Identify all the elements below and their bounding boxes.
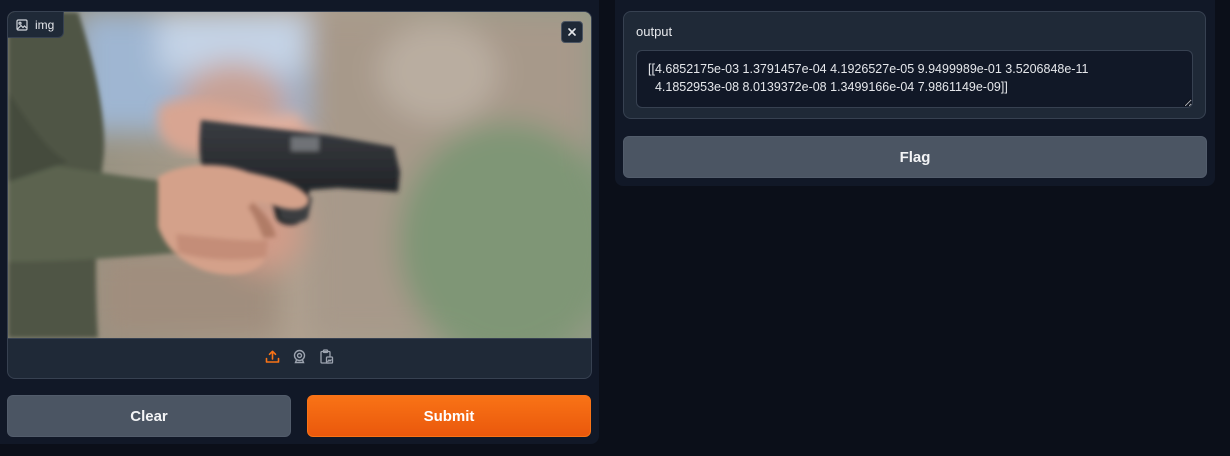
input-panel: img Clear Submit [0, 0, 599, 444]
output-panel: output [[4.6852175e-03 1.3791457e-04 4.1… [615, 0, 1215, 186]
clear-button[interactable]: Clear [7, 395, 291, 437]
submit-button[interactable]: Submit [307, 395, 591, 437]
webcam-icon [292, 349, 307, 369]
image-source-toolbar [8, 338, 591, 378]
webcam-button[interactable] [292, 349, 308, 369]
output-block: output [[4.6852175e-03 1.3791457e-04 4.1… [623, 11, 1206, 119]
image-label-text: img [35, 17, 55, 32]
output-label: output [636, 24, 673, 39]
upload-icon [265, 349, 280, 369]
upload-button[interactable] [265, 349, 281, 369]
image-icon [16, 18, 28, 31]
app: img Clear Submit output [[4.6852175e-03 … [0, 0, 1230, 456]
clear-image-button[interactable] [561, 21, 583, 43]
image-label: img [8, 12, 65, 38]
close-icon [568, 23, 576, 41]
output-textbox[interactable]: [[4.6852175e-03 1.3791457e-04 4.1926527e… [636, 50, 1193, 108]
clipboard-button[interactable] [319, 349, 335, 369]
image-input[interactable]: img [7, 11, 592, 379]
flag-button[interactable]: Flag [623, 136, 1207, 178]
clipboard-icon [319, 349, 334, 369]
uploaded-image [8, 12, 591, 338]
